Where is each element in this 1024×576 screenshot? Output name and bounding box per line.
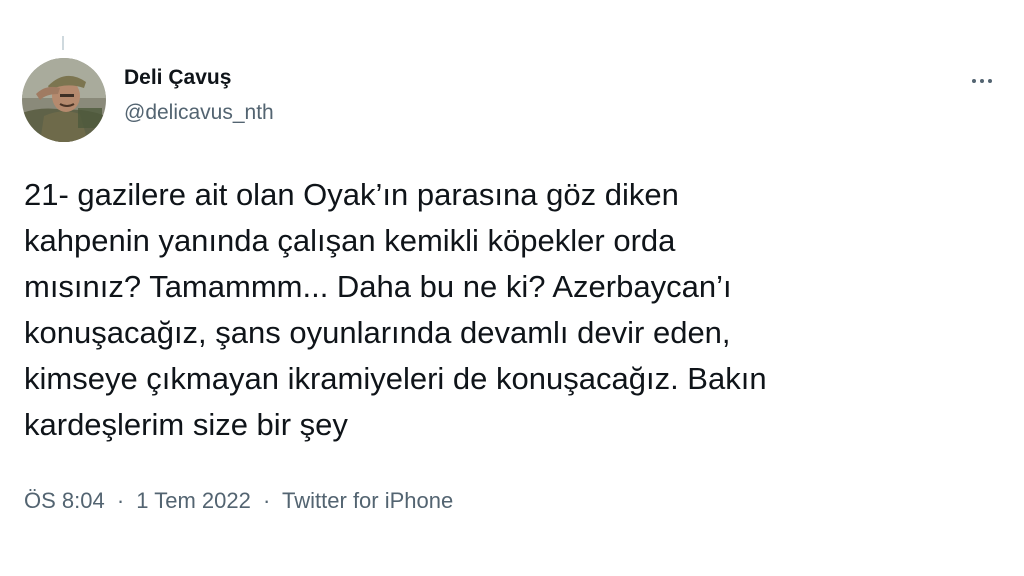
tweet-text-line: mısınız? Tamammm... Daha bu ne ki? Azerb… (24, 269, 732, 304)
tweet-text-line: kimseye çıkmayan ikramiyeleri de konuşac… (24, 361, 767, 396)
ellipsis-horizontal-icon (980, 79, 984, 83)
tweet-text: 21- gazilere ait olan Oyak’ın parasına g… (24, 172, 1004, 448)
tweet-text-line: kardeşlerim size bir şey (24, 407, 348, 442)
thread-connector-line (62, 36, 64, 50)
tweet-text-line: kahpenin yanında çalışan kemikli köpekle… (24, 223, 676, 258)
ellipsis-horizontal-icon (988, 79, 992, 83)
tweet-metadata: ÖS 8:04 · 1 Tem 2022 · Twitter for iPhon… (24, 488, 453, 514)
tweet-time-link[interactable]: ÖS 8:04 (24, 488, 105, 513)
tweet-date-link[interactable]: 1 Tem 2022 (136, 488, 251, 513)
more-options-button[interactable] (962, 66, 1002, 96)
avatar-photo (22, 58, 106, 142)
avatar[interactable] (22, 58, 106, 142)
tweet-text-line: konuşacağız, şans oyunlarında devamlı de… (24, 315, 731, 350)
tweet-source-link[interactable]: Twitter for iPhone (282, 488, 453, 513)
meta-separator: · (116, 488, 125, 513)
author-display-name[interactable]: Deli Çavuş (124, 66, 231, 90)
author-handle[interactable]: @delicavus_nth (124, 101, 274, 125)
tweet-text-line: 21- gazilere ait olan Oyak’ın parasına g… (24, 177, 679, 212)
meta-separator: · (263, 488, 271, 513)
ellipsis-horizontal-icon (972, 79, 976, 83)
tweet-card: Deli Çavuş @delicavus_nth 21- gazilere a… (0, 0, 1024, 576)
